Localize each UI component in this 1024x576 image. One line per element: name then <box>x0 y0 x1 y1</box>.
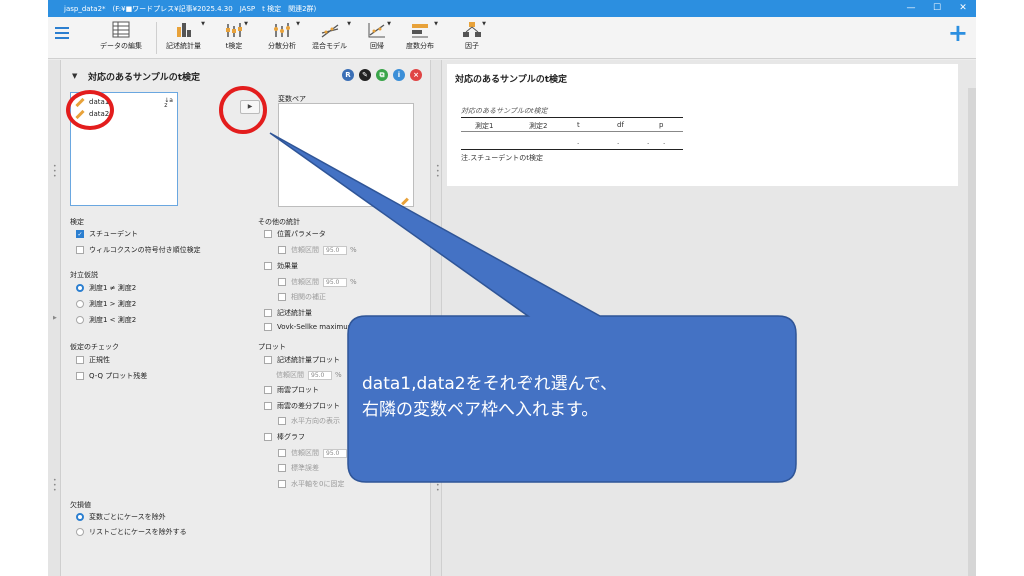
speech-callout <box>269 132 797 483</box>
callout-line-2: 右隣の変数ペア枠へ入れます。 <box>362 400 599 420</box>
callout-text: data1,data2をそれぞれ選んで、 右隣の変数ペア枠へ入れます。 <box>362 371 782 423</box>
callout-shape <box>269 132 797 483</box>
callout-line-1: data1,data2をそれぞれ選んで、 <box>362 374 618 394</box>
